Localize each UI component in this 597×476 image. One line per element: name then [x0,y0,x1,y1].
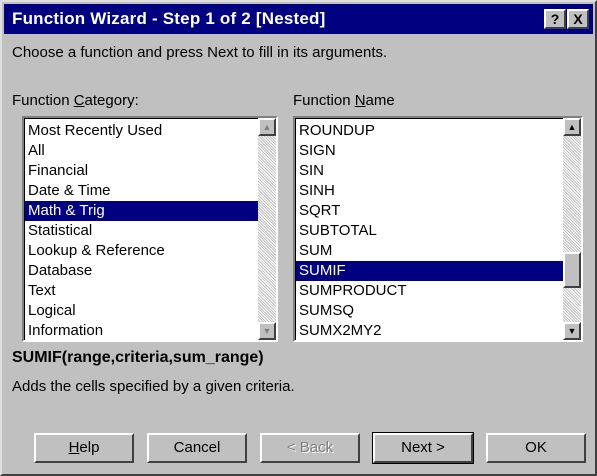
back-button[interactable]: < Back [260,433,360,463]
category-list-item[interactable]: Logical [25,301,258,321]
scroll-up-arrow-icon[interactable]: ▲ [258,118,276,136]
category-list-item[interactable]: Most Recently Used [25,121,258,141]
close-button[interactable]: X [567,9,589,29]
function-name-list-item[interactable]: SUMPRODUCT [296,281,563,301]
function-name-label: Function Name [293,92,395,109]
scroll-thumb[interactable] [563,252,581,288]
function-name-list-item[interactable]: SUBTOTAL [296,221,563,241]
function-name-list-item[interactable]: ROUNDUP [296,121,563,141]
cancel-button[interactable]: Cancel [147,433,247,463]
category-list-item[interactable]: Lookup & Reference [25,241,258,261]
category-list-item[interactable]: All [25,141,258,161]
function-name-scrollbar[interactable]: ▲ ▼ [563,118,581,340]
category-list-item[interactable]: Date & Time [25,181,258,201]
function-name-list-item[interactable]: SUM [296,241,563,261]
window-title: Function Wizard - Step 1 of 2 [Nested] [12,9,326,28]
function-name-list-item[interactable]: SQRT [296,201,563,221]
function-category-list[interactable]: Most Recently Used All Financial Date & Tim… [22,116,278,342]
function-name-list-item[interactable]: SINH [296,181,563,201]
ok-button[interactable]: OK [486,433,586,463]
scroll-down-arrow-icon[interactable]: ▼ [563,322,581,340]
category-list-item[interactable]: Statistical [25,221,258,241]
category-list-item[interactable]: Information [25,321,258,340]
help-title-button[interactable]: ? [544,9,566,29]
function-name-list[interactable]: ROUNDUP SIGN SIN SINH SQRT SUBTOTAL SUM SUMIF SU… [293,116,583,342]
instructions-text: Choose a function and press Next to fill… [12,44,388,61]
function-name-list-item[interactable]: SUMX2MY2 [296,321,563,340]
category-list-item[interactable]: Math & Trig [25,201,258,221]
title-bar[interactable]: Function Wizard - Step 1 of 2 [Nested] ?… [4,4,593,34]
function-name-list-item[interactable]: SIN [296,161,563,181]
function-name-list-item[interactable]: SUMSQ [296,301,563,321]
category-list-item[interactable]: Financial [25,161,258,181]
function-syntax: SUMIF(range,criteria,sum_range) [12,349,264,366]
category-scrollbar[interactable]: ▲ ▼ [258,118,276,340]
category-list-item[interactable]: Database [25,261,258,281]
category-list-item[interactable]: Text [25,281,258,301]
next-button[interactable]: Next > [372,432,474,464]
scroll-down-arrow-icon[interactable]: ▼ [258,322,276,340]
function-name-list-item[interactable]: SUMIF [296,261,563,281]
function-description: Adds the cells specified by a given crit… [12,378,295,395]
function-name-list-item[interactable]: SIGN [296,141,563,161]
scroll-up-arrow-icon[interactable]: ▲ [563,118,581,136]
function-category-label: Function Category: [12,92,139,109]
function-wizard-dialog: Function Wizard - Step 1 of 2 [Nested] ?… [0,0,597,476]
help-button[interactable]: Help [34,433,134,463]
